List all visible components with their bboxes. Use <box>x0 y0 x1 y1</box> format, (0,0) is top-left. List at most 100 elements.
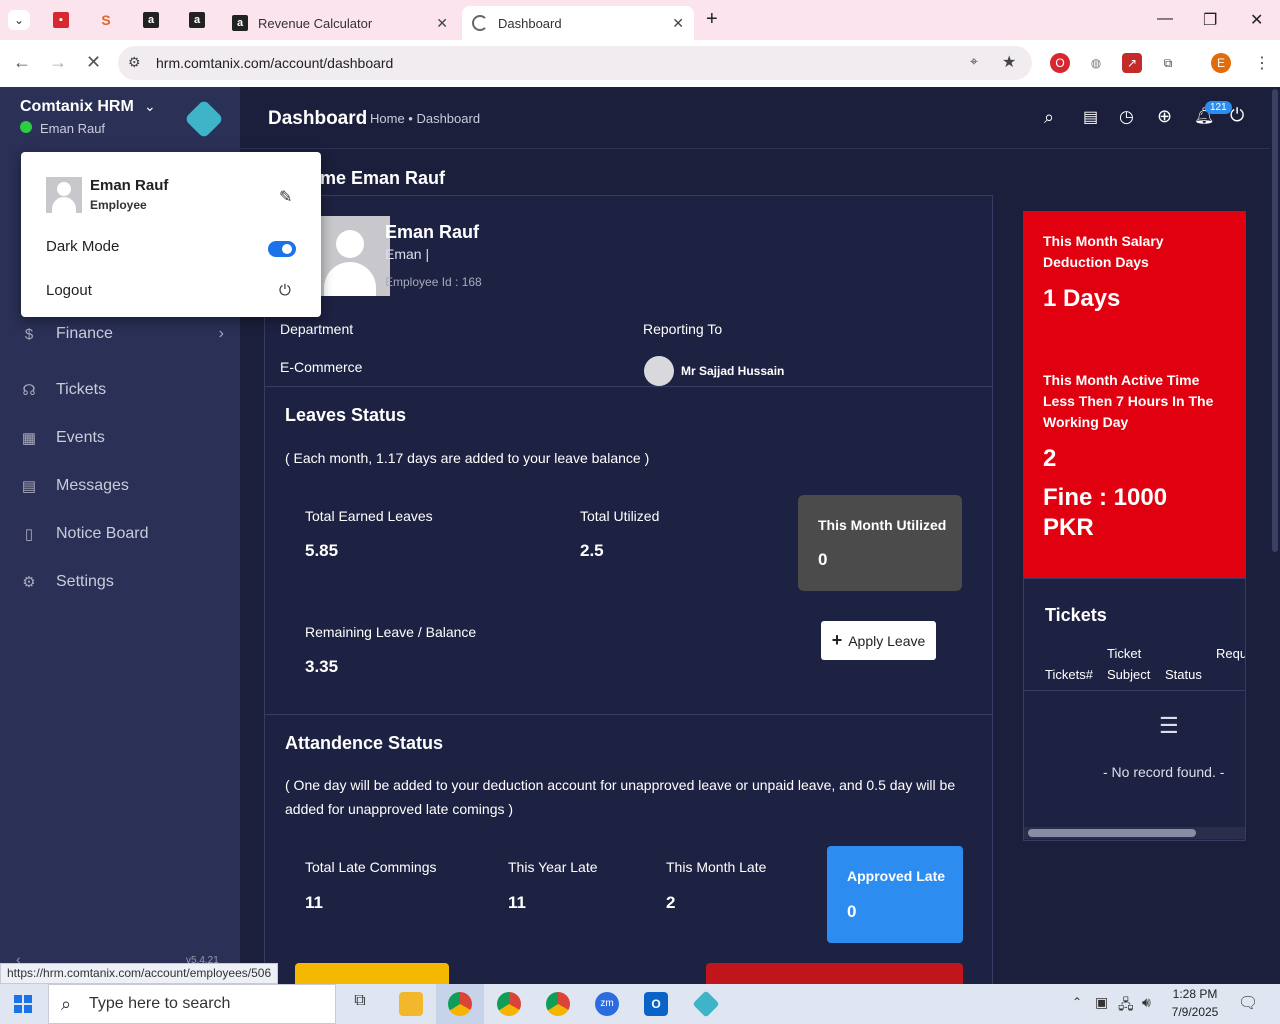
more-menu-icon[interactable]: ⋮ <box>1254 53 1270 73</box>
clock-date[interactable]: 7/9/2025 <box>1170 1005 1220 1019</box>
url-bar[interactable]: ⚙ hrm.comtanix.com/account/dashboard ⌖ ★ <box>118 46 1032 80</box>
page-scrollbar[interactable] <box>1270 87 1280 984</box>
bookmark-star-icon[interactable]: ★ <box>1002 52 1016 72</box>
tab-dashboard[interactable]: Dashboard ✕ <box>462 6 694 40</box>
sidebar-item-label: Finance <box>56 325 113 342</box>
pdf-icon[interactable]: ↗ <box>1122 53 1142 73</box>
file-explorer-icon[interactable] <box>399 992 423 1016</box>
utilized-label: Total Utilized <box>580 508 660 524</box>
extensions-icon[interactable]: ⧉ <box>1158 53 1178 73</box>
task-view-icon[interactable]: ⧉ <box>348 992 372 1016</box>
attendance-status-card: Attandence Status ( One day will be adde… <box>264 714 993 984</box>
horizontal-scrollbar[interactable] <box>1024 827 1245 839</box>
breadcrumb[interactable]: Home • Dashboard <box>370 111 480 126</box>
sidebar-item-messages[interactable]: ▤ Messages <box>20 477 129 495</box>
remaining-label: Remaining Leave / Balance <box>305 624 477 640</box>
chevron-down-icon[interactable]: ⌄ <box>144 98 156 115</box>
close-icon[interactable]: ✕ <box>436 15 448 32</box>
apply-leave-label: Apply Leave <box>848 632 926 649</box>
calendar-icon: ▦ <box>21 430 37 447</box>
tab-title: Dashboard <box>498 15 562 31</box>
minimize-icon[interactable]: — <box>1157 10 1173 28</box>
comtanix-app-icon[interactable] <box>692 990 720 1018</box>
pinned-tab[interactable]: a <box>184 8 210 32</box>
year-late-value: 11 <box>508 893 526 912</box>
fine-value: Fine : 1000 PKR <box>1043 484 1168 541</box>
zoom-icon[interactable]: zm <box>595 992 619 1016</box>
toggle-knob <box>282 244 292 254</box>
clock-time[interactable]: 1:28 PM <box>1172 987 1218 1001</box>
reporting-value[interactable]: Mr Sajjad Hussain <box>681 364 784 378</box>
opera-icon[interactable]: O <box>1050 53 1070 73</box>
restore-icon[interactable]: ❐ <box>1203 10 1217 30</box>
stop-icon[interactable]: ✕ <box>86 52 101 73</box>
page-title: Dashboard <box>268 108 368 129</box>
forward-icon[interactable]: → <box>49 52 67 73</box>
site-info-icon[interactable]: ⚙ <box>128 54 141 71</box>
location-icon[interactable]: ⌖ <box>970 53 978 70</box>
message-icon: ▤ <box>21 478 37 495</box>
profile-dropdown: Eman Rauf Employee ✎ Dark Mode Logout ⏻ <box>21 152 321 317</box>
taskbar-search[interactable]: ⌕ Type here to search <box>48 984 336 1024</box>
logout-label[interactable]: Logout <box>46 282 92 299</box>
profile-avatar[interactable]: E <box>1211 53 1231 73</box>
windows-start-icon[interactable] <box>14 995 32 1013</box>
pinned-tab[interactable]: a <box>138 8 164 32</box>
sidebar-item-label: Tickets <box>56 381 107 398</box>
dark-mode-toggle[interactable] <box>268 241 296 257</box>
chevron-up-icon[interactable]: ⌃ <box>1072 995 1082 1009</box>
avatar <box>46 177 82 213</box>
utilized-value: 2.5 <box>580 541 604 560</box>
attendance-note: ( One day will be added to your deductio… <box>285 777 956 817</box>
outlook-icon[interactable]: O <box>644 992 668 1016</box>
popup-user-name: Eman Rauf <box>90 177 169 194</box>
close-window-icon[interactable]: ✕ <box>1250 10 1263 30</box>
col-requested: Requ <box>1216 646 1246 661</box>
add-circle-icon[interactable]: ⊕ <box>1157 106 1172 127</box>
pinned-tab[interactable]: S <box>93 8 119 32</box>
notifications-icon[interactable]: 🗨︎ <box>1238 993 1258 1013</box>
leaves-status-card: Leaves Status ( Each month, 1.17 days ar… <box>264 386 993 715</box>
chrome-profile-icon[interactable] <box>546 992 570 1016</box>
tray-app-icon[interactable]: ▣ <box>1095 994 1108 1011</box>
volume-icon[interactable]: 🔊︎ <box>1142 994 1151 1011</box>
tab-search-dropdown[interactable]: ⌄ <box>8 10 30 30</box>
network-icon[interactable]: 🖧︎ <box>1118 994 1134 1018</box>
power-icon[interactable]: ⏻ <box>279 282 291 299</box>
status-url: https://hrm.comtanix.com/account/employe… <box>0 963 279 984</box>
globe-icon[interactable]: ◍ <box>1086 53 1106 73</box>
search-icon[interactable]: ⌕ <box>1044 107 1054 128</box>
clock-icon[interactable]: ◷ <box>1119 107 1134 127</box>
brand-name[interactable]: Comtanix HRM <box>20 98 134 116</box>
pinned-tab[interactable]: ▪ <box>48 8 74 32</box>
sidebar-item-finance[interactable]: $ Finance › <box>20 325 224 343</box>
red-app-icon: ▪ <box>53 12 69 28</box>
close-icon[interactable]: ✕ <box>672 15 684 32</box>
section-title: Tickets <box>1045 605 1107 625</box>
headset-icon: ☊ <box>22 382 36 399</box>
app-logo-icon[interactable] <box>184 99 224 139</box>
apply-leave-button[interactable]: + Apply Leave <box>821 621 936 660</box>
chrome-icon[interactable] <box>448 992 472 1016</box>
dollar-icon: $ <box>24 325 34 343</box>
employee-name: Eman Rauf <box>385 222 480 242</box>
sidebar-item-tickets[interactable]: ☊ Tickets <box>20 381 106 399</box>
sidebar-item-notice-board[interactable]: ▯ Notice Board <box>20 525 149 543</box>
scrollbar-thumb[interactable] <box>1028 829 1196 837</box>
edit-icon[interactable]: ✎ <box>279 187 292 207</box>
scrollbar-thumb[interactable] <box>1272 89 1278 552</box>
tab-title: Revenue Calculator <box>258 15 373 31</box>
avatar <box>310 216 390 296</box>
power-icon[interactable]: ⏻ <box>1230 105 1244 126</box>
chrome-profile-icon[interactable] <box>497 992 521 1016</box>
notes-icon[interactable]: ▤ <box>1083 107 1098 127</box>
tab-revenue-calculator[interactable]: a Revenue Calculator ✕ <box>222 6 458 40</box>
sidebar-item-settings[interactable]: ⚙ Settings <box>20 573 114 591</box>
sidebar-item-events[interactable]: ▦ Events <box>20 429 105 447</box>
amazon-a-icon: a <box>189 12 205 28</box>
dark-mode-label: Dark Mode <box>46 238 120 255</box>
remaining-value: 3.35 <box>305 657 339 676</box>
back-icon[interactable]: ← <box>13 52 31 73</box>
col-ticket-number: Tickets# <box>1045 667 1093 682</box>
new-tab-icon[interactable]: + <box>706 8 718 31</box>
